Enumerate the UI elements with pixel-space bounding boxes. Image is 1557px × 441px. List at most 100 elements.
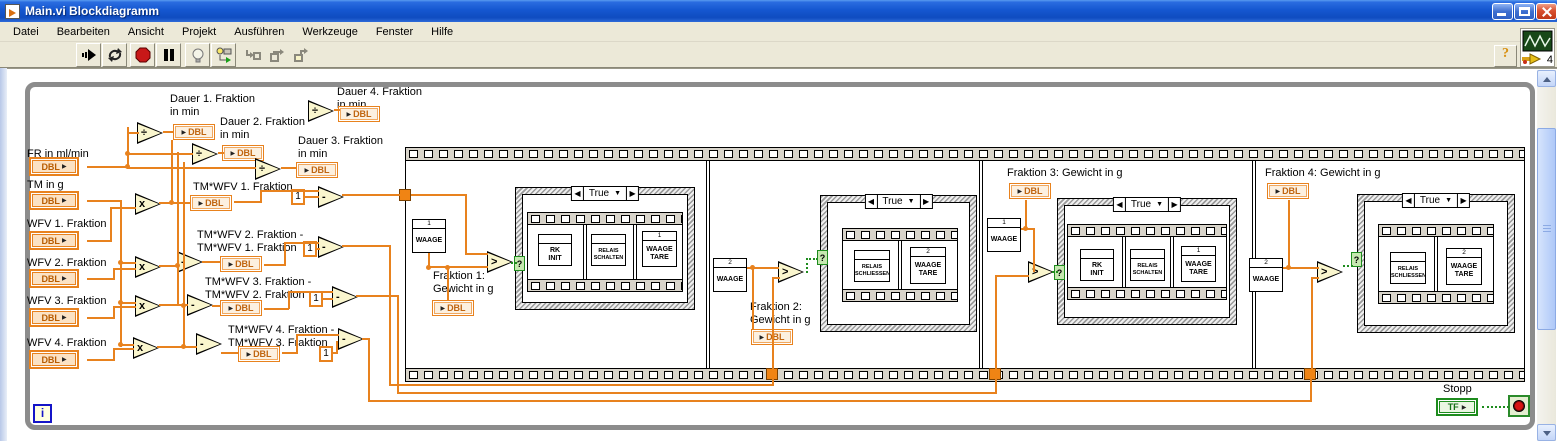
case-next-arrow[interactable]: ▶	[626, 187, 638, 200]
loop-condition-terminal[interactable]	[1508, 395, 1530, 417]
wfv3-control[interactable]: DBL ▶	[29, 308, 79, 327]
waage-subvi[interactable]: 2 WAAGE	[1249, 258, 1283, 292]
dauer4-indicator[interactable]: ▶ DBL	[338, 106, 380, 122]
case-prev-arrow[interactable]: ◀	[572, 187, 584, 200]
tmwfv43-indicator[interactable]: ▶ DBL	[238, 346, 280, 362]
case-dropdown-icon[interactable]: ▼	[1445, 197, 1452, 204]
wfv1-control[interactable]: DBL ▶	[29, 231, 79, 250]
minimize-button[interactable]	[1492, 3, 1513, 20]
subtract-node[interactable]: -	[318, 186, 344, 208]
menu-fenster[interactable]: Fenster	[367, 23, 422, 41]
case-selector[interactable]: ◀ True ▼ ▶	[1401, 193, 1471, 208]
run-continuous-button[interactable]	[102, 43, 127, 67]
step-out-button[interactable]	[288, 43, 313, 67]
case-next-arrow[interactable]: ▶	[1457, 194, 1469, 207]
step-into-button[interactable]	[240, 43, 265, 67]
run-button[interactable]	[76, 43, 101, 67]
wire	[304, 196, 319, 198]
case-dropdown-icon[interactable]: ▼	[908, 198, 915, 205]
frame4-weight-indicator[interactable]: ▶ DBL	[1267, 183, 1309, 199]
waage-tare-subvi[interactable]: 1 WAAGE TARE	[1181, 246, 1216, 282]
case-next-arrow[interactable]: ▶	[919, 195, 932, 208]
relais-schliessen-subvi[interactable]: RELAIS SCHLIESSEN	[854, 250, 890, 282]
numeric-constant[interactable]: 1	[319, 346, 333, 362]
menu-ausfuehren[interactable]: Ausführen	[225, 23, 293, 41]
subtract-node[interactable]: -	[318, 236, 344, 258]
case-selector[interactable]: ◀ True ▼ ▶	[1112, 197, 1182, 212]
case-prev-arrow[interactable]: ◀	[865, 195, 878, 208]
context-help-button[interactable]: ?	[1494, 45, 1517, 67]
relais-schalten-subvi[interactable]: RELAIS SCHALTEN	[591, 234, 626, 266]
scroll-up-button[interactable]	[1537, 70, 1556, 87]
menu-datei[interactable]: Datei	[4, 23, 48, 41]
multiply-node[interactable]: x	[135, 295, 161, 317]
waage-tare-subvi[interactable]: 2 WAAGE TARE	[910, 247, 946, 284]
step-over-button[interactable]	[264, 43, 289, 67]
case-prev-arrow[interactable]: ◀	[1403, 194, 1415, 207]
case-selector-tunnel[interactable]: ?	[817, 250, 828, 265]
divide-node[interactable]: ÷	[308, 100, 334, 122]
out-arrow: ▶	[61, 357, 67, 363]
subtract-node[interactable]: -	[177, 251, 203, 273]
maximize-button[interactable]	[1514, 3, 1535, 20]
case-selector[interactable]: ◀ True ▼ ▶	[864, 194, 933, 209]
greater-node[interactable]: >	[778, 261, 804, 283]
tmwfv1-indicator[interactable]: ▶ DBL	[190, 195, 232, 211]
multiply-node[interactable]: x	[133, 337, 159, 359]
vi-connector-icon[interactable]: 4	[1520, 28, 1555, 67]
case-selector[interactable]: ◀ True ▼ ▶	[570, 186, 640, 201]
dauer1-indicator[interactable]: ▶ DBL	[173, 124, 215, 140]
numeric-constant[interactable]: 1	[309, 291, 323, 307]
close-button[interactable]	[1536, 3, 1557, 20]
greater-node[interactable]: >	[1028, 261, 1054, 283]
abort-button[interactable]	[130, 43, 155, 67]
case-dropdown-icon[interactable]: ▼	[614, 190, 621, 197]
rk-init-subvi[interactable]: RK INIT	[538, 234, 572, 266]
fr-control[interactable]: DBL ▶	[29, 157, 79, 176]
highlight-execution-button[interactable]	[185, 43, 210, 67]
multiply-node[interactable]: x	[135, 193, 161, 215]
scroll-down-button[interactable]	[1537, 424, 1556, 441]
waage-tare-subvi[interactable]: 1 WAAGE TARE	[642, 231, 677, 267]
rk-init-subvi[interactable]: RK INIT	[1080, 249, 1114, 281]
scrollbar-thumb[interactable]	[1537, 128, 1556, 330]
menu-projekt[interactable]: Projekt	[173, 23, 225, 41]
tm-control[interactable]: DBL ▶	[29, 191, 79, 210]
tmwfv21-indicator[interactable]: ▶ DBL	[220, 256, 262, 272]
frame1-weight-indicator[interactable]: ▶ DBL	[432, 300, 474, 316]
subtract-node[interactable]: -	[187, 294, 213, 316]
dauer3-indicator[interactable]: ▶ DBL	[296, 162, 338, 178]
vertical-scrollbar[interactable]	[1537, 70, 1556, 441]
menu-ansicht[interactable]: Ansicht	[119, 23, 173, 41]
divide-node[interactable]: ÷	[192, 143, 218, 165]
case-dropdown-icon[interactable]: ▼	[1156, 201, 1163, 208]
menu-bearbeiten[interactable]: Bearbeiten	[48, 23, 119, 41]
menu-werkzeuge[interactable]: Werkzeuge	[293, 23, 366, 41]
waage-tare-subvi[interactable]: 2 WAAGE TARE	[1446, 248, 1482, 285]
tmwfv32-indicator[interactable]: ▶ DBL	[220, 300, 262, 316]
divide-node[interactable]: ÷	[255, 158, 281, 180]
menu-hilfe[interactable]: Hilfe	[422, 23, 462, 41]
case-prev-arrow[interactable]: ◀	[1114, 198, 1126, 211]
subtract-node[interactable]: -	[196, 333, 222, 355]
pause-button[interactable]	[156, 43, 181, 67]
multiply-node[interactable]: x	[135, 256, 161, 278]
case-next-arrow[interactable]: ▶	[1168, 198, 1180, 211]
waage-subvi[interactable]: 1 WAAGE	[412, 219, 446, 253]
iteration-terminal[interactable]: i	[33, 404, 52, 423]
relais-schalten-subvi[interactable]: RELAIS SCHALTEN	[1130, 249, 1165, 281]
subtract-node[interactable]: -	[338, 328, 364, 350]
sequence-tunnel[interactable]	[399, 189, 411, 201]
relais-schliessen-subvi[interactable]: RELAIS SCHLIESSEN	[1390, 252, 1426, 284]
frame3-weight-indicator[interactable]: ▶ DBL	[1009, 183, 1051, 199]
waage-subvi[interactable]: 1 WAAGE	[987, 218, 1021, 252]
greater-node[interactable]: >	[487, 251, 513, 273]
greater-node[interactable]: >	[1317, 261, 1343, 283]
wfv4-control[interactable]: DBL ▶	[29, 350, 79, 369]
waage-subvi[interactable]: 2 WAAGE	[713, 258, 747, 292]
divide-node[interactable]: ÷	[137, 122, 163, 144]
retain-wire-values-button[interactable]	[211, 43, 236, 67]
subtract-node[interactable]: -	[332, 286, 358, 308]
wfv2-control[interactable]: DBL ▶	[29, 269, 79, 288]
stop-boolean-terminal[interactable]: TF ▶	[1436, 398, 1478, 416]
